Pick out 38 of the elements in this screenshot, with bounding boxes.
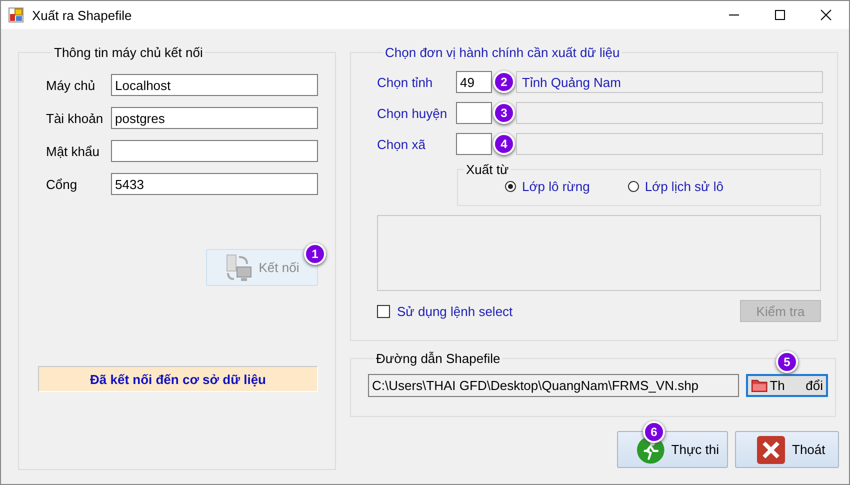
input-field[interactable]: postgres: [111, 107, 318, 129]
field-label: Cổng: [46, 176, 78, 192]
group-title: Thông tin máy chủ kết nối: [53, 45, 204, 60]
group-title: Xuất từ: [465, 162, 510, 177]
name-field: Tỉnh Quảng Nam: [516, 71, 823, 93]
group-title: Đường dẫn Shapefile: [375, 351, 502, 366]
field-label: Chọn huyện: [377, 106, 448, 120]
close-icon: [756, 434, 786, 464]
number-badge: 6: [643, 421, 665, 443]
field-label: Mật khẩu: [46, 144, 100, 158]
code-field[interactable]: [456, 102, 492, 124]
number-badge: 2: [493, 71, 515, 93]
app-icon: [8, 7, 24, 23]
change-button[interactable]: Th đổi: [746, 374, 828, 397]
input-field[interactable]: 5433: [111, 173, 318, 195]
group-title: Chọn đơn vị hành chính cần xuất dữ liệu: [384, 45, 621, 60]
status-message: Đã kết nối đến cơ sở dữ liệu: [38, 366, 318, 392]
field-label: Tài khoản: [46, 110, 104, 126]
input-field[interactable]: [111, 140, 318, 162]
path-field[interactable]: C:\Users\THAI GFD\Desktop\QuangNam\FRMS_VN.shp: [368, 374, 739, 397]
folder-icon: [751, 378, 768, 393]
code-field[interactable]: [456, 133, 492, 155]
radio-option[interactable]: Lớp lịch sử lô: [628, 179, 724, 194]
field-label: Chọn tỉnh: [377, 74, 434, 90]
window-title: Xuất ra Shapefile: [32, 8, 132, 22]
close-icon[interactable]: [820, 9, 832, 21]
number-badge: 4: [493, 133, 515, 155]
number-badge: 1: [304, 243, 326, 265]
field-label: Máy chủ: [46, 78, 96, 92]
radio-option[interactable]: Lớp lô rừng: [505, 179, 590, 194]
action-button[interactable]: Thoát: [735, 431, 839, 468]
input-field[interactable]: Localhost: [111, 74, 318, 96]
number-badge: 5: [776, 351, 798, 373]
number-badge: 3: [493, 102, 515, 124]
maximize-icon[interactable]: [774, 9, 786, 21]
checkbox-option[interactable]: Sử dụng lệnh select: [377, 304, 513, 318]
code-field[interactable]: 49: [456, 71, 492, 93]
field-label: Chọn xã: [377, 136, 426, 152]
